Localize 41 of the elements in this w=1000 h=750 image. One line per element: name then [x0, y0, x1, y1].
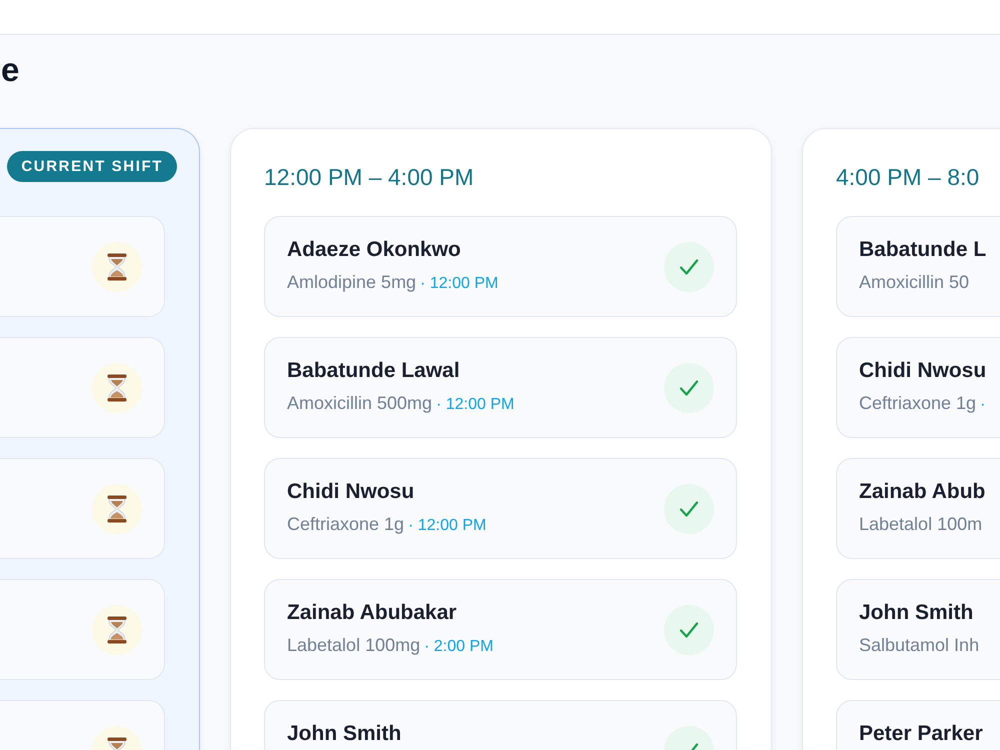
dose-card[interactable]: Babatunde Lawal Amoxicillin 500mg · 12:00 PM: [264, 337, 737, 438]
patient-name: John Smith: [859, 600, 974, 626]
dose-time: ·: [980, 395, 986, 415]
medication-text: Amoxicillin 500mg: [287, 392, 432, 414]
dose-card[interactable]: Chidi Nwosu Ceftriaxone 1g · 12:00 PM: [264, 458, 737, 559]
patient-name: Adaeze Okonkwo: [287, 237, 461, 263]
dose-card[interactable]: John Smith: [264, 700, 737, 750]
dose-card[interactable]: Zainab Abub Labetalol 100m: [836, 458, 1000, 559]
shift-time-range: 12:00 PM – 4:00 PM: [264, 163, 474, 191]
medication-text: Ceftriaxone 1g: [859, 392, 976, 414]
dose-card[interactable]: [0, 216, 165, 317]
dose-time: · 12:00 PM: [408, 516, 486, 536]
dose-card[interactable]: John Smith Salbutamol Inh: [836, 579, 1000, 680]
page-title: e: [0, 50, 20, 88]
medication-text: Amoxicillin 50: [859, 271, 970, 293]
dose-time: · 2:00 PM: [424, 637, 494, 657]
patient-name: Chidi Nwosu: [859, 358, 986, 384]
dose-card[interactable]: Adaeze Okonkwo Amlodipine 5mg · 12:00 PM: [264, 216, 737, 317]
patient-name: John Smith: [287, 721, 402, 747]
medication-text: Salbutamol Inh: [859, 634, 980, 656]
dose-card[interactable]: Zainab Abubakar Labetalol 100mg · 2:00 PM: [264, 579, 737, 680]
patient-name: Babatunde L: [859, 237, 986, 263]
patient-name: Peter Parker: [859, 721, 983, 747]
patient-name: Babatunde Lawal: [287, 358, 460, 384]
medication-text: Labetalol 100m: [859, 513, 982, 535]
shift-badge: CURRENT SHIFT: [7, 151, 177, 182]
shift-time-range: 4:00 PM – 8:0: [836, 163, 980, 191]
dose-card[interactable]: [0, 337, 165, 438]
dose-card[interactable]: Chidi Nwosu Ceftriaxone 1g ·: [836, 337, 1000, 438]
dose-card[interactable]: Babatunde L Amoxicillin 50: [836, 216, 1000, 317]
patient-name: Zainab Abub: [859, 479, 986, 505]
dose-card[interactable]: Peter Parker: [836, 700, 1000, 750]
dose-time: · 12:00 PM: [420, 274, 498, 294]
patient-name: Chidi Nwosu: [287, 479, 414, 505]
medication-text: Amlodipine 5mg: [287, 271, 416, 293]
medication-text: Labetalol 100mg: [287, 634, 420, 656]
patient-name: Zainab Abubakar: [287, 600, 457, 626]
medication-text: Ceftriaxone 1g: [287, 513, 404, 535]
dose-card[interactable]: [0, 458, 165, 559]
dose-card[interactable]: [0, 579, 165, 680]
dose-time: · 12:00 PM: [436, 395, 514, 415]
